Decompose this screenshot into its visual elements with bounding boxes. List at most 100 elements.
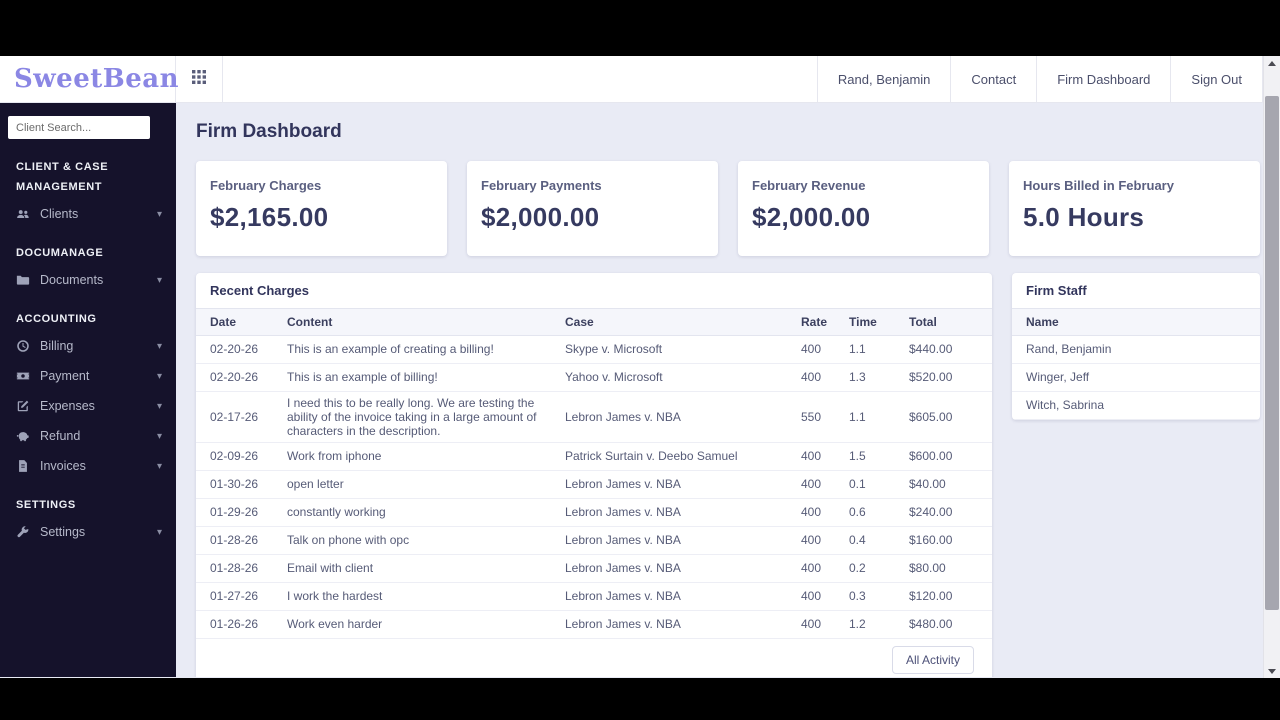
nav-item-user[interactable]: Rand, Benjamin bbox=[816, 56, 951, 102]
chevron-down-icon: ▾ bbox=[156, 400, 162, 412]
cell-date: 02-20-26 bbox=[196, 363, 287, 392]
cell-staff-name: Winger, Jeff bbox=[1012, 363, 1260, 392]
cell-date: 01-28-26 bbox=[196, 554, 287, 583]
chevron-down-icon: ▾ bbox=[156, 208, 162, 220]
cell-case: Lebron James v. NBA bbox=[565, 498, 801, 527]
all-activity-button[interactable]: All Activity bbox=[891, 645, 974, 674]
table-row[interactable]: 02-09-26 Work from iphone Patrick Surtai… bbox=[196, 442, 992, 471]
sidebar: CLIENT & CASE MANAGEMENT Clients ▾ DOCUM… bbox=[0, 103, 176, 677]
column-header-content: Content bbox=[287, 309, 565, 336]
table-row[interactable]: Witch, Sabrina bbox=[1012, 391, 1260, 420]
cell-time: 0.3 bbox=[849, 582, 909, 611]
cell-case: Lebron James v. NBA bbox=[565, 610, 801, 639]
table-row[interactable]: 01-26-26 Work even harder Lebron James v… bbox=[196, 610, 992, 639]
sidebar-item-expenses[interactable]: Expenses ▾ bbox=[0, 391, 176, 421]
firm-staff-title: Firm Staff bbox=[1012, 273, 1260, 309]
cell-rate: 400 bbox=[801, 554, 849, 583]
column-header-case: Case bbox=[565, 309, 801, 336]
table-row[interactable]: Rand, Benjamin bbox=[1012, 335, 1260, 364]
page-title: Firm Dashboard bbox=[196, 121, 342, 142]
table-row[interactable]: 01-29-26 constantly working Lebron James… bbox=[196, 498, 992, 527]
column-header-name: Name bbox=[1012, 309, 1260, 336]
sidebar-item-label: Refund bbox=[40, 429, 81, 443]
cell-rate: 400 bbox=[801, 610, 849, 639]
cell-date: 01-27-26 bbox=[196, 582, 287, 611]
cell-date: 02-09-26 bbox=[196, 442, 287, 471]
cell-total: $520.00 bbox=[909, 363, 992, 392]
sidebar-item-documents[interactable]: Documents ▾ bbox=[0, 265, 176, 295]
nav-item-sign-out[interactable]: Sign Out bbox=[1170, 56, 1263, 102]
main-content: Firm Dashboard February Charges $2,165.0… bbox=[176, 103, 1280, 677]
cell-time: 0.1 bbox=[849, 470, 909, 499]
apps-grid-button[interactable] bbox=[176, 56, 223, 102]
chevron-down-icon: ▾ bbox=[156, 460, 162, 472]
stat-label: Hours Billed in February bbox=[1023, 178, 1174, 193]
cell-time: 1.3 bbox=[849, 363, 909, 392]
cell-content: I need this to be really long. We are te… bbox=[287, 391, 565, 443]
cell-time: 1.2 bbox=[849, 610, 909, 639]
cell-content: open letter bbox=[287, 470, 565, 499]
stat-value: $2,000.00 bbox=[752, 202, 871, 232]
table-row[interactable]: 01-27-26 I work the hardest Lebron James… bbox=[196, 582, 992, 611]
scroll-down-icon bbox=[1268, 668, 1276, 674]
cell-total: $600.00 bbox=[909, 442, 992, 471]
sidebar-item-label: Invoices bbox=[40, 459, 86, 473]
stat-card-february-payments: February Payments $2,000.00 bbox=[467, 161, 718, 256]
cell-date: 02-20-26 bbox=[196, 335, 287, 364]
cell-rate: 400 bbox=[801, 582, 849, 611]
cell-rate: 400 bbox=[801, 363, 849, 392]
pen-square-icon bbox=[16, 399, 30, 413]
top-nav: Rand, Benjamin Contact Firm Dashboard Si… bbox=[816, 56, 1263, 102]
brand-logo[interactable]: SweetBean bbox=[14, 64, 179, 94]
cell-content: This is an example of billing! bbox=[287, 363, 565, 392]
cell-date: 01-26-26 bbox=[196, 610, 287, 639]
chevron-down-icon: ▾ bbox=[156, 370, 162, 382]
sidebar-item-clients[interactable]: Clients ▾ bbox=[0, 199, 176, 229]
brand-logo-area[interactable]: SweetBean bbox=[0, 56, 179, 102]
sidebar-item-invoices[interactable]: Invoices ▾ bbox=[0, 451, 176, 481]
table-row[interactable]: 01-28-26 Email with client Lebron James … bbox=[196, 554, 992, 583]
cell-case: Lebron James v. NBA bbox=[565, 554, 801, 583]
chevron-down-icon: ▾ bbox=[156, 274, 162, 286]
sidebar-heading-client-case: CLIENT & CASE MANAGEMENT bbox=[16, 161, 109, 193]
scrollbar-thumb[interactable] bbox=[1265, 96, 1279, 610]
nav-item-contact[interactable]: Contact bbox=[950, 56, 1036, 102]
recent-charges-footer: All Activity bbox=[196, 639, 992, 678]
bottom-letterbox-bar bbox=[0, 678, 1280, 720]
table-row[interactable]: 01-28-26 Talk on phone with opc Lebron J… bbox=[196, 526, 992, 555]
header-spacer bbox=[223, 56, 817, 102]
app-window: SweetBean Rand, Benjamin Contact Firm Da… bbox=[0, 56, 1280, 678]
stat-value: 5.0 Hours bbox=[1023, 202, 1145, 232]
sidebar-item-billing[interactable]: Billing ▾ bbox=[0, 331, 176, 361]
folder-icon bbox=[16, 273, 30, 287]
cell-rate: 400 bbox=[801, 442, 849, 471]
cell-content: I work the hardest bbox=[287, 582, 565, 611]
table-row[interactable]: Winger, Jeff bbox=[1012, 363, 1260, 392]
sidebar-item-label: Expenses bbox=[40, 399, 95, 413]
cell-case: Lebron James v. NBA bbox=[565, 582, 801, 611]
vertical-scrollbar[interactable] bbox=[1263, 56, 1280, 678]
table-row[interactable]: 02-17-26 I need this to be really long. … bbox=[196, 391, 992, 443]
sidebar-item-settings[interactable]: Settings ▾ bbox=[0, 517, 176, 547]
column-header-total: Total bbox=[909, 309, 992, 336]
client-search-input[interactable] bbox=[8, 116, 150, 139]
sidebar-item-payment[interactable]: Payment ▾ bbox=[0, 361, 176, 391]
table-row[interactable]: 01-30-26 open letter Lebron James v. NBA… bbox=[196, 470, 992, 499]
cell-case: Lebron James v. NBA bbox=[565, 470, 801, 499]
top-header: SweetBean Rand, Benjamin Contact Firm Da… bbox=[0, 56, 1280, 103]
cell-date: 01-29-26 bbox=[196, 498, 287, 527]
users-icon bbox=[16, 207, 30, 221]
cell-staff-name: Rand, Benjamin bbox=[1012, 335, 1260, 364]
scroll-down-button[interactable] bbox=[1264, 664, 1280, 678]
cell-total: $40.00 bbox=[909, 470, 992, 499]
nav-item-firm-dashboard[interactable]: Firm Dashboard bbox=[1036, 56, 1170, 102]
sidebar-item-refund[interactable]: Refund ▾ bbox=[0, 421, 176, 451]
cell-date: 01-30-26 bbox=[196, 470, 287, 499]
sidebar-item-label: Clients bbox=[40, 207, 79, 221]
cell-time: 0.6 bbox=[849, 498, 909, 527]
table-row[interactable]: 02-20-26 This is an example of billing! … bbox=[196, 363, 992, 392]
scroll-up-button[interactable] bbox=[1264, 56, 1280, 70]
stat-label: February Charges bbox=[210, 178, 322, 193]
cell-rate: 400 bbox=[801, 526, 849, 555]
table-row[interactable]: 02-20-26 This is an example of creating … bbox=[196, 335, 992, 364]
